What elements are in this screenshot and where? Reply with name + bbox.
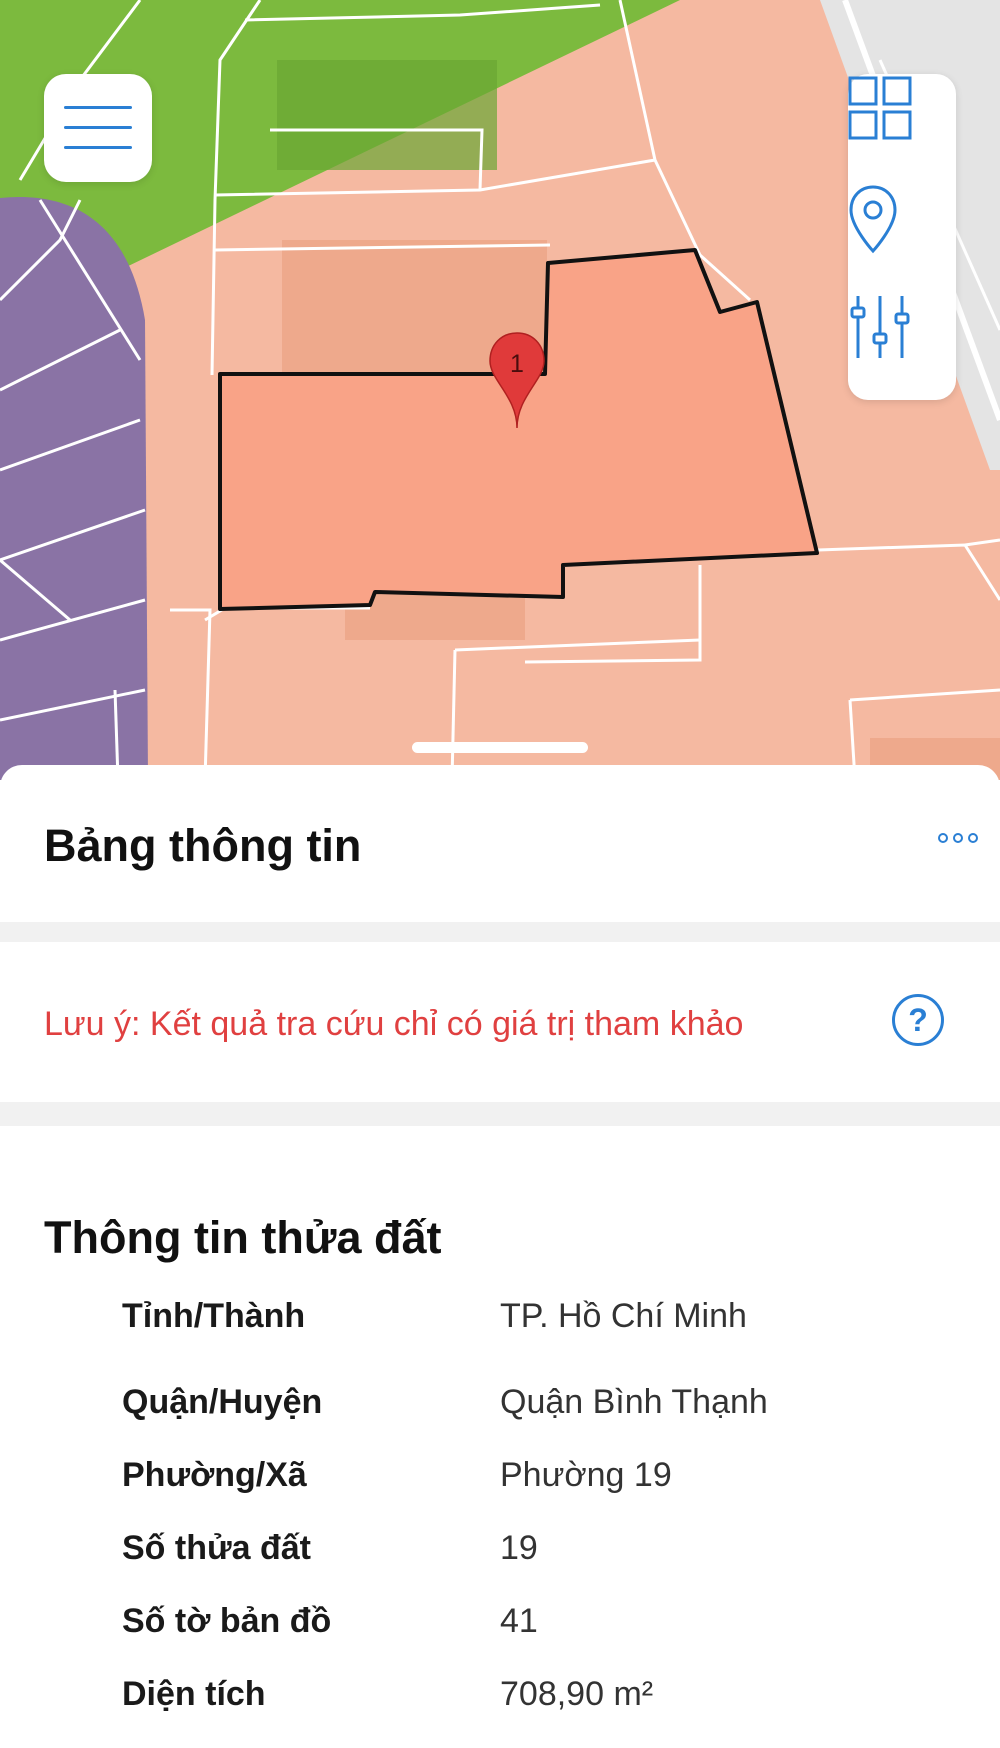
parcel-info-title: Thông tin thửa đất [44, 1212, 442, 1263]
layers-button[interactable] [848, 76, 956, 176]
info-label: Số thửa đất [122, 1529, 311, 1567]
info-label: Phường/Xã [122, 1456, 307, 1494]
notice-text: Lưu ý: Kết quả tra cứu chỉ có giá trị th… [44, 1005, 744, 1043]
info-row-parcel-number: Số thửa đất 19 [0, 1529, 1000, 1579]
menu-button[interactable] [44, 74, 152, 182]
more-dots-icon [938, 833, 978, 843]
info-value: Phường 19 [500, 1456, 672, 1494]
section-divider [0, 922, 1000, 942]
filter-button[interactable] [848, 294, 956, 394]
info-row-district: Quận/Huyện Quận Bình Thạnh [0, 1383, 1000, 1433]
question-icon: ? [908, 1001, 928, 1038]
more-button[interactable] [930, 823, 986, 853]
map-tool-panel [848, 74, 956, 400]
green-block [277, 60, 497, 170]
info-label: Số tờ bản đồ [122, 1602, 332, 1640]
info-row-province: Tỉnh/Thành TP. Hồ Chí Minh [0, 1297, 1000, 1347]
map-view[interactable]: 1 [0, 0, 1000, 780]
info-value: Quận Bình Thạnh [500, 1383, 768, 1421]
info-label: Diện tích [122, 1675, 266, 1713]
info-row-area: Diện tích 708,90 m² [0, 1675, 1000, 1725]
info-label: Quận/Huyện [122, 1383, 323, 1421]
sheet-drag-handle[interactable] [412, 742, 588, 753]
marker-label: 1 [510, 350, 524, 378]
location-button[interactable] [848, 184, 956, 284]
help-button[interactable]: ? [892, 994, 944, 1046]
grid-layers-icon [848, 76, 912, 140]
info-value: 19 [500, 1529, 538, 1567]
info-row-map-sheet: Số tờ bản đồ 41 [0, 1602, 1000, 1652]
info-label: Tỉnh/Thành [122, 1297, 306, 1335]
sliders-icon [850, 296, 910, 358]
info-value: 41 [500, 1602, 538, 1640]
sheet-title: Bảng thông tin [44, 820, 362, 871]
info-value: TP. Hồ Chí Minh [500, 1297, 747, 1335]
location-pin-icon [849, 185, 897, 254]
info-value: 708,90 m² [500, 1675, 654, 1713]
section-divider [0, 1102, 1000, 1126]
info-row-ward: Phường/Xã Phường 19 [0, 1456, 1000, 1506]
